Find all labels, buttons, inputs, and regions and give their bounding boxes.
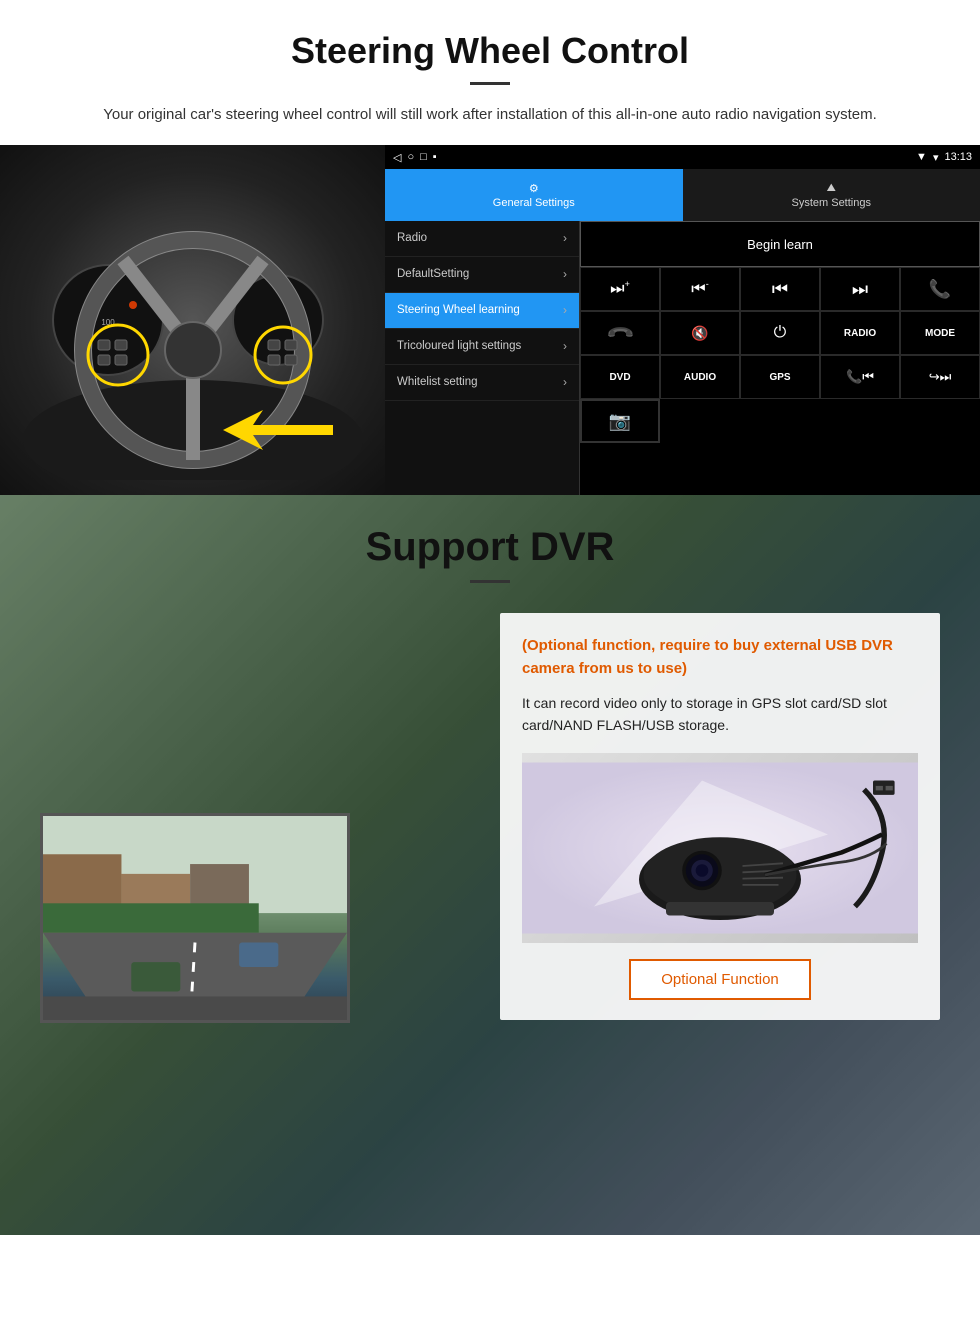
optional-function-button[interactable]: Optional Function <box>629 959 811 1000</box>
dvr-main: (Optional function, require to buy exter… <box>40 613 940 1023</box>
menu-item-steering-label: Steering Wheel learning <box>397 303 520 318</box>
dvr-left <box>40 613 490 1023</box>
tab-general-settings[interactable]: ⚙ General Settings <box>385 169 683 221</box>
vol-down-icon: ⏮- <box>691 279 708 298</box>
begin-learn-row: Begin learn <box>580 221 980 267</box>
ctrl-vol-down[interactable]: ⏮- <box>660 267 740 311</box>
ctrl-gps[interactable]: GPS <box>740 355 820 399</box>
call-prev-icon: 📞⏮ <box>846 369 874 385</box>
ctrl-call[interactable]: 📞 <box>900 267 980 311</box>
prev-icon: ⏮ <box>772 279 788 300</box>
dvr-camera-image <box>522 753 918 943</box>
ctrl-dvd[interactable]: DVD <box>580 355 660 399</box>
dvr-right: (Optional function, require to buy exter… <box>500 613 940 1020</box>
hangup-icon: 📞 <box>605 318 636 349</box>
dvr-section: Support DVR <box>0 495 980 1235</box>
ctrl-power[interactable]: ⏻ <box>740 311 820 355</box>
ctrl-vol-up[interactable]: ⏭+ <box>580 267 660 311</box>
ctrl-audio[interactable]: AUDIO <box>660 355 740 399</box>
controls-area: Begin learn ⏭+ ⏮- ⏮ ⏭ <box>580 221 980 495</box>
android-statusbar: ◁ ○ □ ▪ ▼ ▾ 13:13 <box>385 145 980 169</box>
camera-preview-svg <box>43 816 347 1020</box>
nav-home: ○ <box>407 151 414 163</box>
steering-demo-area: 100 <box>0 145 980 495</box>
camera-icon: 📷 <box>609 411 631 432</box>
next-icon: ⏭ <box>852 279 868 300</box>
menu-item-tricolour[interactable]: Tricoloured light settings › <box>385 329 579 365</box>
menu-item-default[interactable]: DefaultSetting › <box>385 257 579 293</box>
menu-list: Radio › DefaultSetting › Steering Wheel … <box>385 221 580 495</box>
call-next-icon: ↪⏭ <box>929 369 952 385</box>
settings-tabs: ⚙ General Settings ⛰ System Settings <box>385 169 980 221</box>
dvr-description: It can record video only to storage in G… <box>522 692 918 737</box>
ctrl-call-next[interactable]: ↪⏭ <box>900 355 980 399</box>
dvr-camera-preview-inner <box>43 816 347 1020</box>
menu-item-radio-label: Radio <box>397 231 427 246</box>
ctrl-camera[interactable]: 📷 <box>580 399 660 443</box>
steering-photo: 100 <box>0 145 385 495</box>
ctrl-prev[interactable]: ⏮ <box>740 267 820 311</box>
menu-item-steering[interactable]: Steering Wheel learning › <box>385 293 579 329</box>
nav-menu: ▪ <box>433 151 437 163</box>
dvd-label: DVD <box>609 372 630 383</box>
mode-label: MODE <box>925 328 955 339</box>
gps-label: GPS <box>769 372 790 383</box>
audio-label: AUDIO <box>684 372 716 383</box>
steering-wheel-svg: 100 <box>23 160 363 480</box>
menu-arrow-tricolour: › <box>563 339 567 353</box>
steering-section: Steering Wheel Control Your original car… <box>0 0 980 127</box>
wifi-icon: ▾ <box>933 151 939 164</box>
power-icon: ⏻ <box>774 324 787 342</box>
tab-system-label: System Settings <box>792 197 871 209</box>
radio-label: RADIO <box>844 328 876 339</box>
control-buttons-row1: ⏭+ ⏮- ⏮ ⏭ 📞 <box>580 267 980 311</box>
steering-description: Your original car's steering wheel contr… <box>60 103 920 127</box>
tab-general-label: General Settings <box>493 197 575 209</box>
menu-item-whitelist[interactable]: Whitelist setting › <box>385 365 579 401</box>
dvr-device-svg <box>522 753 918 943</box>
dvr-content: Support DVR <box>0 495 980 1053</box>
nav-recent: □ <box>420 151 427 163</box>
menu-item-whitelist-label: Whitelist setting <box>397 375 478 390</box>
begin-learn-button[interactable]: Begin learn <box>580 221 980 267</box>
vol-up-icon: ⏭+ <box>610 279 630 298</box>
system-icon: ⛰ <box>827 182 836 195</box>
dvr-title-section: Support DVR <box>40 525 940 583</box>
signal-icon: ▼ <box>916 151 927 163</box>
steering-photo-inner: 100 <box>0 145 385 495</box>
status-time: 13:13 <box>944 151 972 163</box>
dvr-optional-text: (Optional function, require to buy exter… <box>522 635 918 680</box>
nav-back: ◁ <box>393 151 401 164</box>
menu-item-tricolour-label: Tricoloured light settings <box>397 339 521 354</box>
steering-title: Steering Wheel Control <box>40 30 940 72</box>
title-divider <box>470 82 510 85</box>
gear-icon: ⚙ <box>529 182 539 195</box>
menu-arrow-radio: › <box>563 231 567 245</box>
control-buttons-row2: 📞 🔇 ⏻ RADIO MODE <box>580 311 980 355</box>
menu-item-default-label: DefaultSetting <box>397 267 469 282</box>
dvr-title-divider <box>470 580 510 583</box>
dvr-info-card: (Optional function, require to buy exter… <box>500 613 940 1020</box>
menu-arrow-default: › <box>563 267 567 281</box>
dvr-camera-preview <box>40 813 350 1023</box>
ctrl-hangup[interactable]: 📞 <box>580 311 660 355</box>
android-panel: ◁ ○ □ ▪ ▼ ▾ 13:13 ⚙ General Settings ⛰ S… <box>385 145 980 495</box>
ctrl-next[interactable]: ⏭ <box>820 267 900 311</box>
menu-arrow-steering: › <box>563 303 567 317</box>
settings-content: Radio › DefaultSetting › Steering Wheel … <box>385 221 980 495</box>
ctrl-mute[interactable]: 🔇 <box>660 311 740 355</box>
dvr-title: Support DVR <box>40 525 940 570</box>
call-icon: 📞 <box>929 279 951 300</box>
ctrl-call-prev[interactable]: 📞⏮ <box>820 355 900 399</box>
ctrl-mode[interactable]: MODE <box>900 311 980 355</box>
menu-arrow-whitelist: › <box>563 375 567 389</box>
menu-item-radio[interactable]: Radio › <box>385 221 579 257</box>
ctrl-radio[interactable]: RADIO <box>820 311 900 355</box>
tab-system-settings[interactable]: ⛰ System Settings <box>683 169 980 221</box>
mute-icon: 🔇 <box>691 325 708 342</box>
control-buttons-row4: 📷 <box>580 399 980 443</box>
control-buttons-row3: DVD AUDIO GPS 📞⏮ ↪⏭ <box>580 355 980 399</box>
